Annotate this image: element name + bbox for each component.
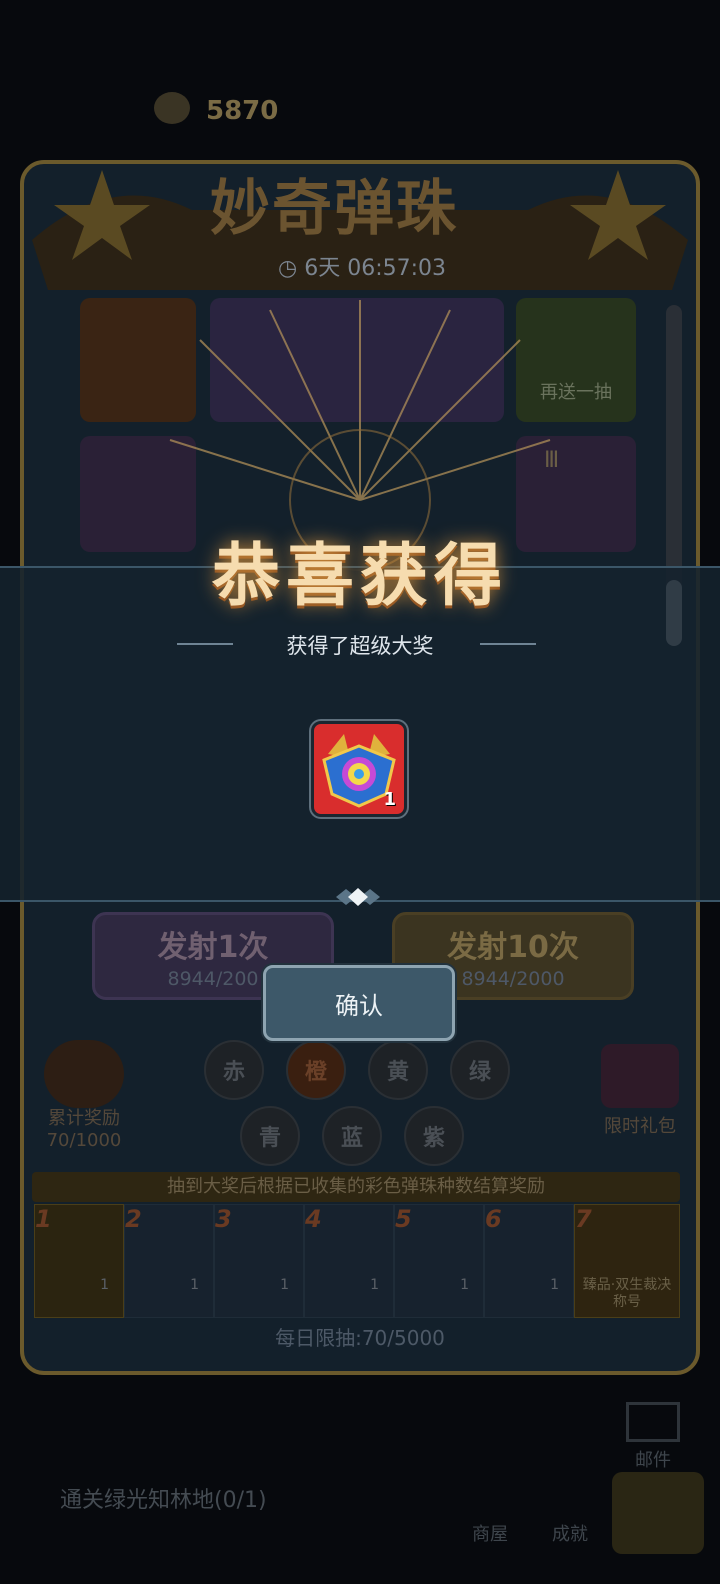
marble-red: 赤 — [204, 1040, 264, 1100]
reward-slot-grand[interactable]: 7 臻品·双生裁决称号 — [574, 1204, 680, 1318]
slot-count: 1 — [280, 1277, 289, 1293]
quest-text[interactable]: 通关绿光知林地(0/1) — [60, 1482, 267, 1514]
achievement-button[interactable]: 成就 — [552, 1520, 588, 1546]
currency-value: 5870 — [206, 96, 279, 126]
cumulative-reward-label: 累计奖励 — [48, 1108, 120, 1129]
daily-limit: 每日限抽:70/5000 — [275, 1326, 445, 1350]
diamond-ornament-icon — [336, 888, 380, 906]
slot-number: 2 — [125, 1205, 142, 1233]
reward-slot[interactable]: 2 1 — [124, 1204, 214, 1318]
mail-button[interactable]: 邮件 — [626, 1402, 680, 1472]
slot-number: 4 — [305, 1205, 322, 1233]
slot-number: 7 — [575, 1205, 592, 1233]
mail-label: 邮件 — [635, 1450, 671, 1471]
confirm-button[interactable]: 确认 — [263, 965, 455, 1041]
reward-slot[interactable]: 5 1 — [394, 1204, 484, 1318]
marble-orange: 橙 — [286, 1040, 346, 1100]
marble-green: 绿 — [450, 1040, 510, 1100]
slot-number: 1 — [35, 1205, 52, 1233]
cumulative-reward-button[interactable]: 累计奖励 70/1000 — [36, 1040, 132, 1152]
reward-slot[interactable]: 3 1 — [214, 1204, 304, 1318]
marble-yellow: 黄 — [368, 1040, 428, 1100]
arrow-right-icon[interactable] — [612, 1472, 704, 1554]
fire-once-label: 发射1次 — [157, 930, 269, 965]
cumulative-reward-progress: 70/1000 — [46, 1130, 122, 1151]
grand-prize-name: 臻品·双生裁决称号 — [582, 1277, 672, 1310]
slot-count: 1 — [190, 1277, 199, 1293]
reward-slot[interactable]: 6 1 — [484, 1204, 574, 1318]
slot-count: 1 — [370, 1277, 379, 1293]
slot-count: 1 — [550, 1277, 559, 1293]
modal-subtitle: 获得了超级大奖 — [286, 634, 434, 658]
event-title: 妙奇弹珠 — [210, 174, 458, 244]
reward-slot[interactable]: 1 1 — [34, 1204, 124, 1318]
fire-ten-cost: 8944/2000 — [461, 968, 565, 990]
reward-item-count: 1 — [383, 789, 396, 810]
fire-ten-label: 发射10次 — [447, 930, 579, 965]
reward-slot[interactable]: 4 1 — [304, 1204, 394, 1318]
marble-cyan: 青 — [240, 1106, 300, 1166]
reward-hint: 抽到大奖后根据已收集的彩色弹珠种数结算奖励 — [32, 1172, 680, 1202]
mail-icon — [626, 1402, 680, 1442]
marble-purple: 紫 — [404, 1106, 464, 1166]
slot-count: 1 — [460, 1277, 469, 1293]
shop-button[interactable]: 商屋 — [472, 1520, 508, 1546]
gift-icon — [601, 1044, 679, 1108]
slot-count: 1 — [100, 1277, 109, 1293]
slot-number: 6 — [485, 1205, 502, 1233]
chest-icon — [44, 1040, 124, 1108]
reward-item[interactable]: 1 — [311, 721, 407, 817]
slot-number: 3 — [215, 1205, 232, 1233]
marble-blue: 蓝 — [322, 1106, 382, 1166]
event-timer: ◷ 6天 06:57:03 — [278, 250, 446, 282]
slot-number: 5 — [395, 1205, 412, 1233]
limited-gift-label: 限时礼包 — [604, 1116, 676, 1137]
clock-icon: ◷ — [278, 256, 305, 281]
fire-once-cost: 8944/200 — [167, 968, 259, 990]
gem-currency-icon — [154, 92, 190, 124]
divider-right — [480, 643, 536, 645]
limited-gift-button[interactable]: 限时礼包 — [592, 1044, 688, 1138]
timer-text: 6天 06:57:03 — [304, 256, 447, 281]
modal-title: 恭喜获得 — [211, 537, 508, 616]
